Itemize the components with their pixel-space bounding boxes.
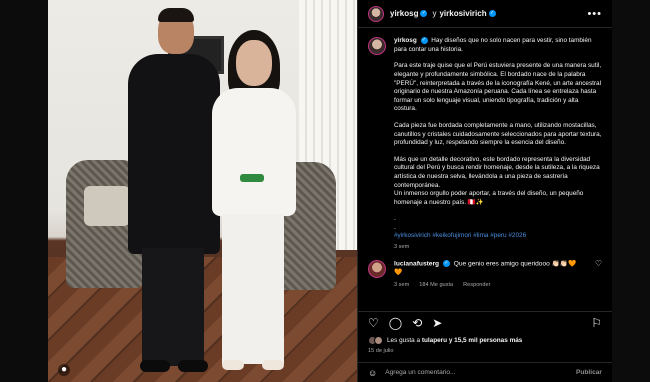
- woman-figure: [208, 30, 300, 382]
- share-icon[interactable]: ➤: [432, 317, 442, 329]
- likes-summary[interactable]: Les gusta a tulaperu y 15,5 mil personas…: [368, 336, 602, 345]
- commenter-username[interactable]: lucianafusterg: [394, 260, 439, 267]
- comments-scroll-area[interactable]: yirkosg ✓ Hay diseños que no solo nacen …: [358, 29, 612, 306]
- comment-icon[interactable]: ◯: [389, 317, 402, 329]
- verified-icon: ✓: [442, 259, 450, 267]
- comment-likes[interactable]: 184 Me gusta: [419, 281, 453, 290]
- emoji-icon[interactable]: ☺: [368, 368, 377, 378]
- chair-cushion: [84, 186, 130, 226]
- comment-like-icon[interactable]: ♡: [595, 259, 602, 290]
- caption-username[interactable]: yirkosg: [394, 37, 417, 44]
- author-username[interactable]: yirkosg: [390, 9, 418, 18]
- caption-hashtags[interactable]: #yirkosivirich #keikofujimori #lima #per…: [394, 232, 602, 241]
- comment-text: Que genio eres amigo queridooo 👏🏻👏🏻🧡: [453, 259, 577, 267]
- verified-icon: ✓: [420, 10, 428, 17]
- comment-input[interactable]: Agrega un comentario...: [385, 369, 576, 376]
- bookmark-icon[interactable]: ⚐: [591, 317, 602, 329]
- caption-paragraph: Más que un detalle decorativo, este bord…: [394, 155, 600, 206]
- post-date: 15 de julio: [368, 348, 394, 354]
- add-comment-bar: ☺ Agrega un comentario... Publicar: [358, 362, 612, 382]
- verified-icon: ✓: [488, 10, 496, 17]
- author-avatar[interactable]: [368, 5, 384, 22]
- post-side-panel: yirkosg ✓ y yirkosivirich ✓ ••• yirkosg …: [357, 0, 612, 382]
- comment-age: 3 sem: [394, 282, 410, 289]
- caption: yirkosg ✓ Hay diseños que no solo nacen …: [368, 37, 602, 252]
- comment-item: lucianafusterg ✓ Que genio eres amigo qu…: [368, 259, 602, 290]
- caption-dots: . .: [394, 215, 396, 231]
- caption-age: 3 sem: [394, 244, 410, 251]
- caption-paragraph: Cada pieza fue bordada completamente a m…: [394, 121, 602, 147]
- verified-icon: ✓: [420, 37, 428, 44]
- likes-prefix: Les gusta a: [387, 337, 421, 344]
- comment-extra: 🧡: [394, 268, 403, 276]
- coauthor-username[interactable]: yirkosivirich: [439, 9, 486, 18]
- likes-user[interactable]: tulaperu: [422, 337, 447, 344]
- post-header: yirkosg ✓ y yirkosivirich ✓ •••: [358, 0, 612, 28]
- commenter-avatar[interactable]: [368, 259, 386, 278]
- user-tag-icon[interactable]: ●: [58, 364, 70, 376]
- liker-avatar: [374, 336, 383, 345]
- caption-avatar[interactable]: [368, 37, 386, 55]
- post-actions-bar: ♡ ◯ ⟲ ➤ ⚐: [358, 311, 612, 333]
- collab-connector: y: [432, 9, 437, 18]
- more-options-icon[interactable]: •••: [587, 8, 602, 20]
- post-photo[interactable]: ●: [48, 0, 357, 382]
- heart-icon[interactable]: ♡: [368, 317, 379, 329]
- comment-reply-button[interactable]: Responder: [463, 281, 490, 290]
- repost-icon[interactable]: ⟲: [412, 317, 422, 329]
- likes-suffix[interactable]: y 15,5 mil personas más: [449, 337, 523, 344]
- caption-paragraph: Para este traje quise que el Perú estuvi…: [394, 62, 602, 113]
- post-comment-button[interactable]: Publicar: [576, 369, 602, 376]
- man-figure: [128, 8, 220, 378]
- embroidery-detail: [240, 174, 264, 182]
- instagram-post-view: ● yirkosg ✓ y yirkosivirich ✓ ••• yirkos…: [0, 0, 650, 382]
